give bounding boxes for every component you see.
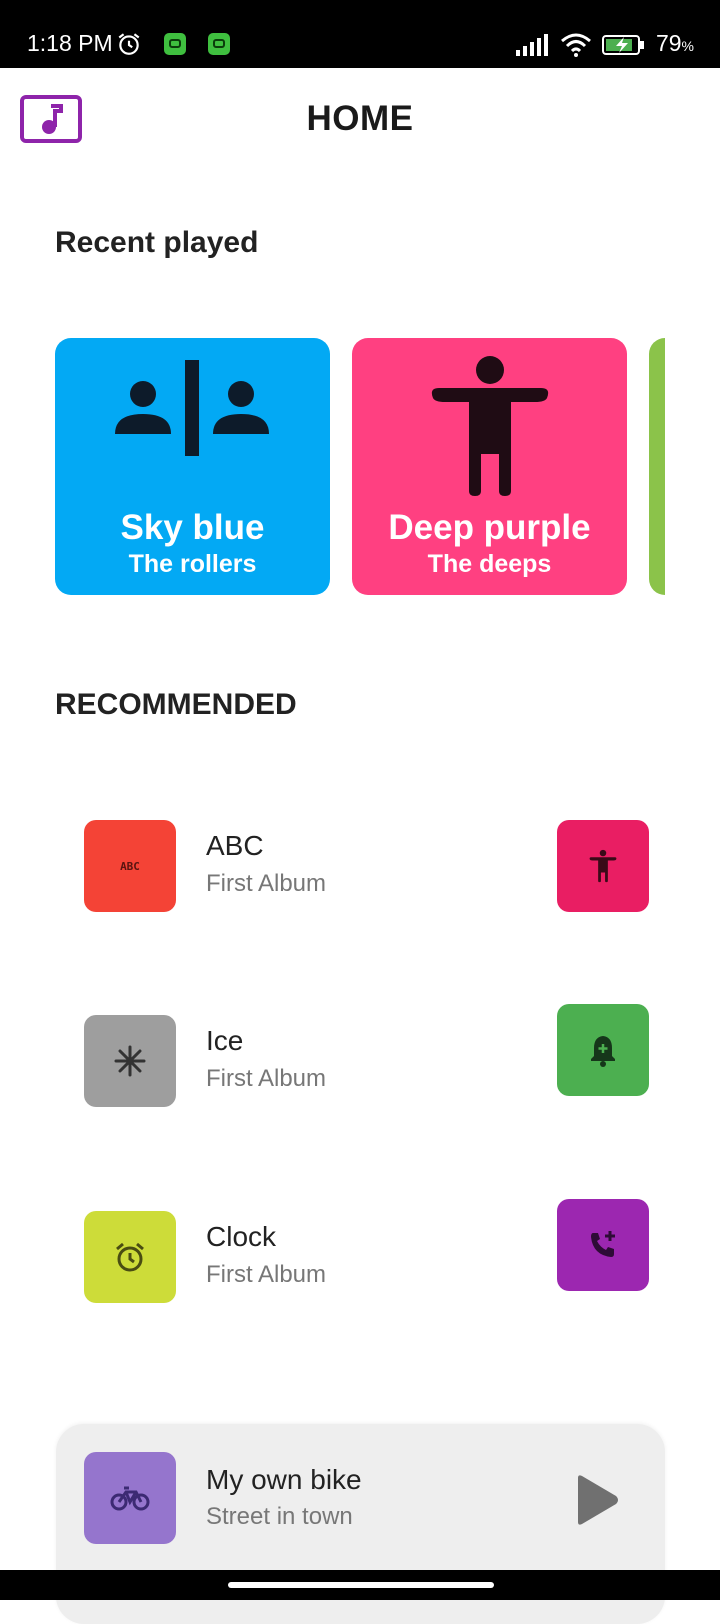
- bike-icon: [110, 1486, 150, 1511]
- status-right: 79%: [515, 28, 694, 61]
- recommended-title: ABC: [206, 830, 264, 861]
- recommended-action-button[interactable]: [557, 1199, 649, 1291]
- recommended-item-abc[interactable]: ABC ABC First Album: [84, 820, 484, 912]
- recent-card-artist: The deeps: [427, 550, 552, 578]
- alarm-icon: [116, 1242, 144, 1272]
- now-playing-title: My own bike: [206, 1464, 362, 1495]
- recent-played-carousel[interactable]: Sky blue The rollers Deep purple The dee…: [55, 338, 665, 595]
- battery-charging-icon: [601, 34, 644, 55]
- recommended-album: First Album: [206, 870, 327, 897]
- recommended-thumb: ABC: [84, 820, 176, 912]
- recommended-album: First Album: [206, 1261, 327, 1288]
- recommended-thumb: [84, 1211, 176, 1303]
- status-notification-icons: [116, 30, 230, 58]
- status-bar: 1:18 PM 79%: [0, 0, 720, 68]
- accessibility-icon: [431, 356, 548, 496]
- alarm-status-icon: [118, 33, 140, 55]
- recommended-title: Ice: [206, 1025, 244, 1056]
- recent-played-heading: Recent played: [55, 226, 259, 259]
- home-gesture-handle[interactable]: [228, 1582, 494, 1588]
- app-notification-icon: [208, 33, 230, 55]
- recent-card-deep-purple[interactable]: Deep purple The deeps: [352, 338, 627, 595]
- recommended-heading: RECOMMENDED: [55, 688, 297, 721]
- recommended-album: First Album: [206, 1065, 327, 1092]
- accessibility-icon: [589, 849, 617, 883]
- recommended-item-ice[interactable]: Ice First Album: [84, 1015, 484, 1107]
- snowflake-icon: [114, 1045, 146, 1077]
- recent-card-artist: The rollers: [128, 550, 257, 578]
- recommended-action-button[interactable]: [557, 820, 649, 912]
- svg-text:ABC: ABC: [120, 860, 140, 873]
- app-notification-icon: [164, 33, 186, 55]
- battery-percent: 79: [655, 30, 682, 56]
- now-playing-thumb: [84, 1452, 176, 1544]
- wifi-icon: [560, 33, 591, 57]
- add-call-icon: [591, 1231, 615, 1257]
- now-playing-subtitle: Street in town: [206, 1503, 353, 1530]
- play-icon[interactable]: [572, 1474, 620, 1526]
- battery-unit: %: [681, 38, 694, 54]
- signal-icon: [515, 33, 548, 56]
- notification-add-icon: [591, 1036, 615, 1067]
- recent-card-title: Sky blue: [120, 508, 265, 547]
- app-bar: HOME: [0, 68, 720, 172]
- system-navigation-bar: [0, 1570, 720, 1600]
- recent-card-partial[interactable]: [649, 338, 665, 595]
- recommended-action-button[interactable]: [557, 1004, 649, 1096]
- recent-card-title: Deep purple: [388, 508, 591, 547]
- recommended-title: Clock: [206, 1221, 277, 1252]
- page-title: HOME: [306, 99, 414, 138]
- recommended-thumb: [84, 1015, 176, 1107]
- recommended-item-clock[interactable]: Clock First Album: [84, 1211, 484, 1303]
- abc-icon: ABC: [120, 860, 140, 873]
- recent-card-sky-blue[interactable]: Sky blue The rollers: [55, 338, 330, 595]
- status-time: 1:18 PM: [27, 30, 113, 56]
- people-divider-icon: [114, 360, 269, 456]
